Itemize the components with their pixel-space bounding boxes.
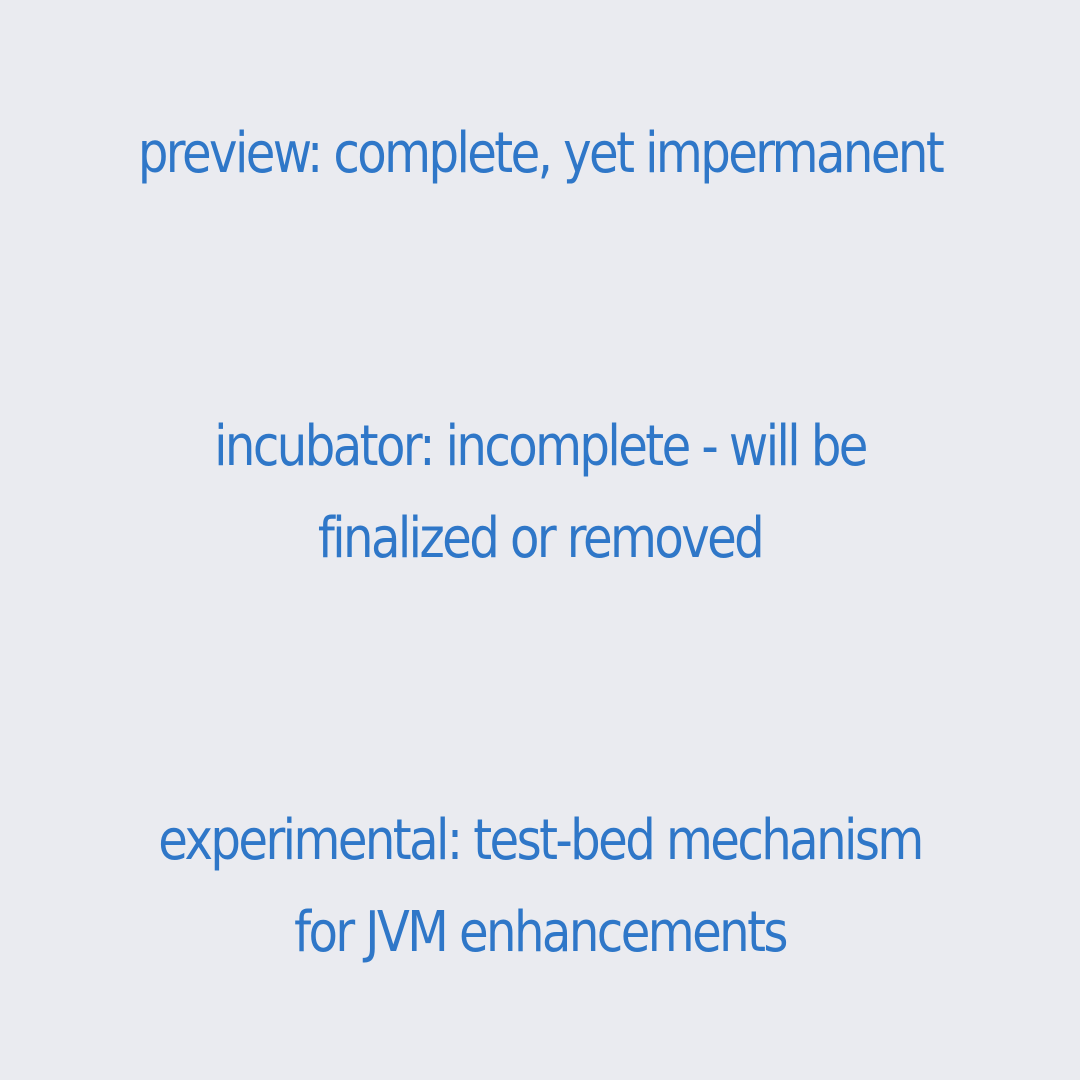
experimental-statement-line-2: for JVM enhancements bbox=[294, 900, 788, 965]
experimental-statement-line-1: experimental: test-bed mechanism bbox=[158, 808, 924, 873]
slide: preview: complete, yet impermanent incub… bbox=[0, 0, 1080, 1080]
incubator-statement-line-2: finalized or removed bbox=[317, 506, 765, 571]
incubator-statement-line-1: incubator: incomplete - will be bbox=[214, 414, 868, 479]
preview-statement: preview: complete, yet impermanent bbox=[137, 121, 945, 186]
